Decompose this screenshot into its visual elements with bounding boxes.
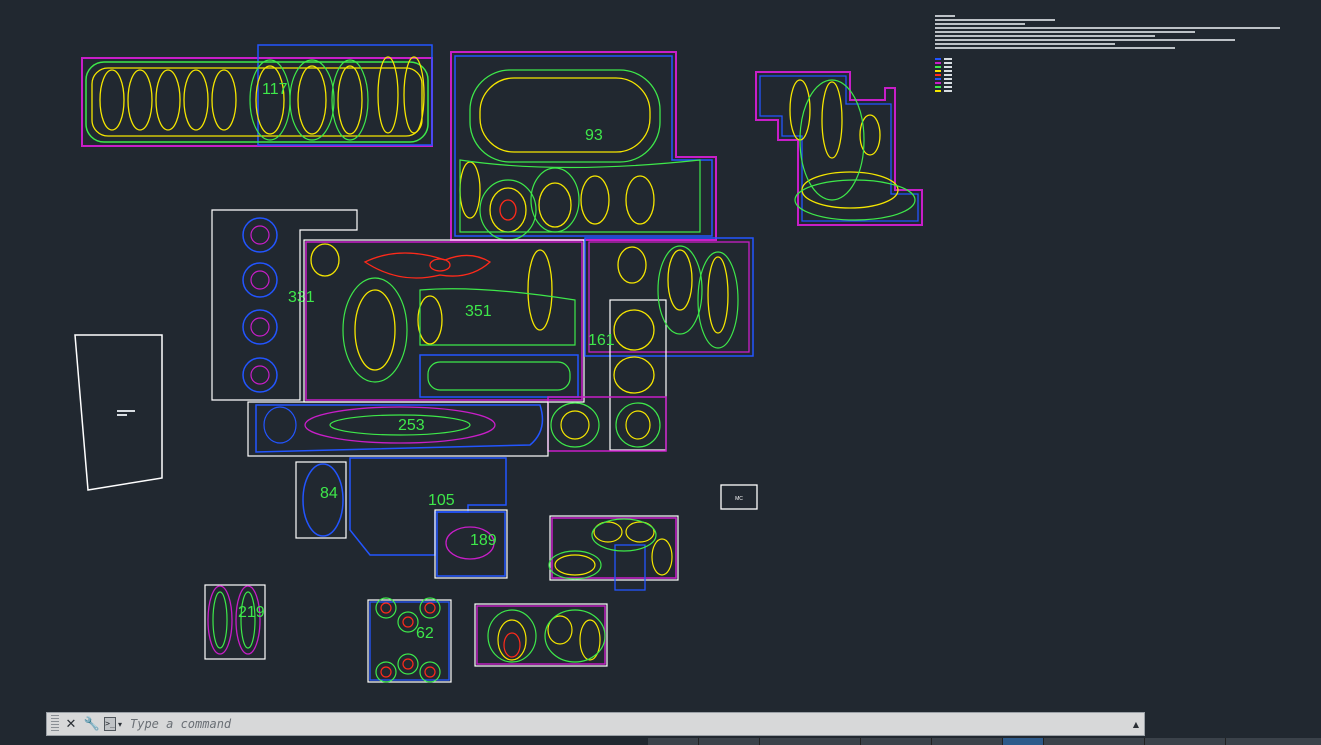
room-351[interactable]	[303, 239, 585, 403]
room-label: 62	[416, 625, 434, 642]
status-button[interactable]	[932, 738, 1003, 745]
room-219[interactable]	[204, 584, 266, 660]
room-label: 189	[470, 532, 497, 549]
room-southeast[interactable]	[548, 515, 679, 591]
room-northeast[interactable]	[755, 71, 923, 226]
legend-row	[935, 61, 1285, 64]
legend-row	[935, 73, 1285, 76]
command-line: ✕ 🔧 >_ ▾ ▲	[46, 712, 1145, 736]
mc-label: MC	[735, 496, 743, 502]
history-toggle-icon[interactable]: ▲	[1128, 720, 1144, 729]
room-label: 84	[320, 485, 338, 502]
close-icon[interactable]: ✕	[62, 715, 80, 733]
legend-row	[935, 65, 1285, 68]
status-button[interactable]	[1003, 738, 1044, 745]
status-button[interactable]	[861, 738, 932, 745]
room-label: 117	[262, 81, 288, 98]
legend-row	[935, 81, 1285, 84]
command-input[interactable]	[128, 713, 1128, 735]
legend-row	[935, 85, 1285, 88]
room-331[interactable]	[211, 209, 358, 401]
room-south-161[interactable]	[547, 396, 667, 452]
site-outline[interactable]	[74, 334, 163, 491]
prompt-icon: >_	[104, 717, 116, 731]
room-62[interactable]	[367, 597, 452, 683]
status-button[interactable]	[1145, 738, 1226, 745]
legend-row	[935, 89, 1285, 92]
room-label: 219	[238, 604, 265, 621]
room-93[interactable]	[450, 51, 717, 241]
drag-grip[interactable]	[51, 715, 59, 733]
status-bar	[648, 738, 1321, 745]
drawing-notes	[935, 15, 1285, 110]
wrench-icon[interactable]: 🔧	[83, 715, 101, 733]
status-button[interactable]	[1044, 738, 1145, 745]
drawing-canvas[interactable]: 117 93 331 351 161 253 84 105 189 219 62…	[0, 0, 1321, 745]
room-label: 93	[585, 127, 603, 144]
status-button[interactable]	[760, 738, 861, 745]
room-south[interactable]	[474, 603, 608, 667]
legend-row	[935, 77, 1285, 80]
room-label: 331	[288, 289, 315, 306]
legend-row	[935, 57, 1285, 60]
room-label: 161	[588, 332, 615, 349]
room-label: 253	[398, 417, 425, 434]
command-prompt-button[interactable]: >_ ▾	[104, 715, 122, 733]
status-button[interactable]	[699, 738, 760, 745]
room-label: 105	[428, 492, 455, 509]
chevron-down-icon: ▾	[117, 719, 122, 729]
room-label: 351	[465, 303, 492, 320]
legend-row	[935, 69, 1285, 72]
room-117[interactable]	[81, 44, 433, 147]
status-button[interactable]	[648, 738, 699, 745]
